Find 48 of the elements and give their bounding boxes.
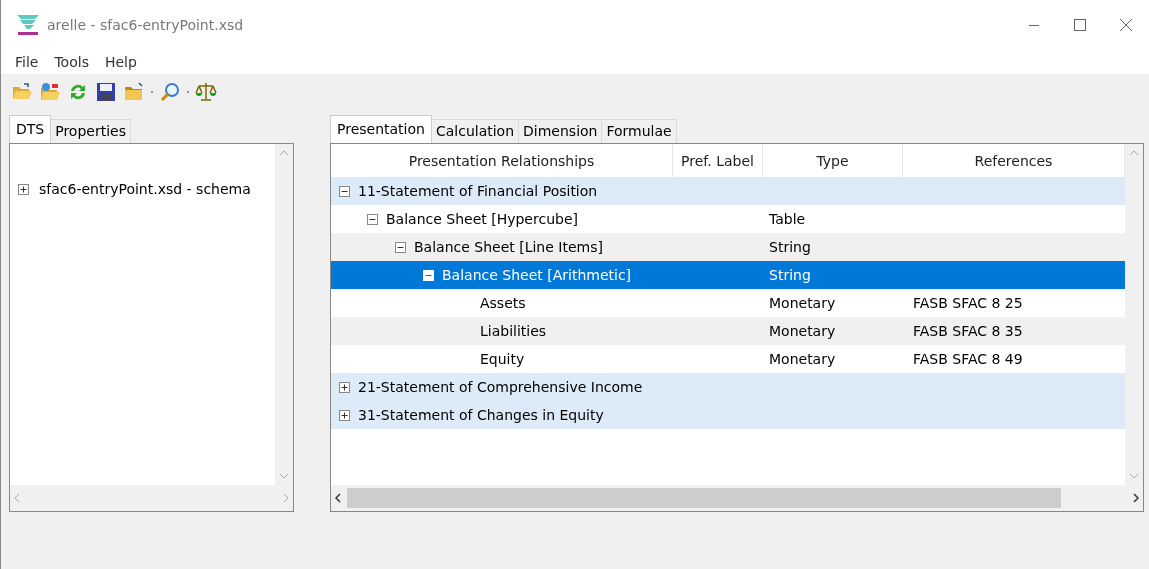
save-icon[interactable] <box>95 81 117 103</box>
tab[interactable]: Properties <box>50 119 131 143</box>
table-cell: String <box>769 239 811 255</box>
collapse-icon[interactable] <box>367 213 378 225</box>
tab[interactable]: Presentation <box>330 115 432 144</box>
table-row[interactable]: Balance Sheet [Arithmetic] String <box>331 261 1125 289</box>
table-row[interactable]: 31-Statement of Changes in Equity <box>331 401 1125 429</box>
tab[interactable]: Formulae <box>601 119 677 143</box>
tree-item: 21-Statement of Comprehensive Income <box>358 379 643 395</box>
app-logo-icon <box>15 12 41 38</box>
scroll-left-icon[interactable] <box>335 493 341 503</box>
menu-item[interactable]: File <box>7 54 47 70</box>
expand-icon[interactable] <box>339 409 350 421</box>
table-cell: FASB SFAC 8 35 <box>913 323 1023 339</box>
table-cell: Monetary <box>769 323 836 339</box>
collapse-icon[interactable] <box>395 241 406 253</box>
table-cell: Monetary <box>769 295 836 311</box>
table-row[interactable]: Liabilities Monetary FASB SFAC 8 35 <box>331 317 1125 345</box>
open-web-folder-icon[interactable] <box>39 81 61 103</box>
folder-icon[interactable] <box>123 81 145 103</box>
tree-item: Assets <box>479 295 526 311</box>
tree-item: Balance Sheet [Arithmetic] <box>442 267 632 283</box>
tree-item[interactable]: sfac6-entryPoint.xsd - schema <box>39 181 251 197</box>
collapse-icon[interactable] <box>339 185 350 197</box>
tree-item: Balance Sheet [Hypercube] <box>386 211 578 227</box>
tab[interactable]: DTS <box>9 115 52 144</box>
search-icon[interactable] <box>159 81 181 103</box>
table-cell: String <box>769 267 811 283</box>
scales-icon[interactable] <box>195 81 217 103</box>
tree-item: Equity <box>479 351 525 367</box>
table-row[interactable]: Balance Sheet [Line Items] String <box>331 233 1125 261</box>
window-title: arelle - sfac6-entryPoint.xsd <box>47 17 244 33</box>
table-cell: FASB SFAC 8 49 <box>913 351 1023 367</box>
table-row[interactable]: 21-Statement of Comprehensive Income <box>331 373 1125 401</box>
tree-item: 11-Statement of Financial Position <box>358 183 598 199</box>
table-cell: FASB SFAC 8 25 <box>913 295 1023 311</box>
expand-icon[interactable] <box>339 381 350 393</box>
table-row[interactable]: 11-Statement of Financial Position <box>331 177 1125 205</box>
tree-item: Liabilities <box>479 323 547 339</box>
menu-item[interactable]: Help <box>96 54 145 70</box>
scroll-right-icon[interactable] <box>1133 493 1139 503</box>
menu-item[interactable]: Tools <box>46 54 97 70</box>
tree-item: Balance Sheet [Line Items] <box>414 239 603 255</box>
tree-item: 31-Statement of Changes in Equity <box>358 407 604 423</box>
expand-icon[interactable] <box>18 183 29 195</box>
table-cell: Monetary <box>769 351 836 367</box>
table-cell: Table <box>769 211 806 227</box>
scrollbar-thumb[interactable] <box>347 488 1061 508</box>
